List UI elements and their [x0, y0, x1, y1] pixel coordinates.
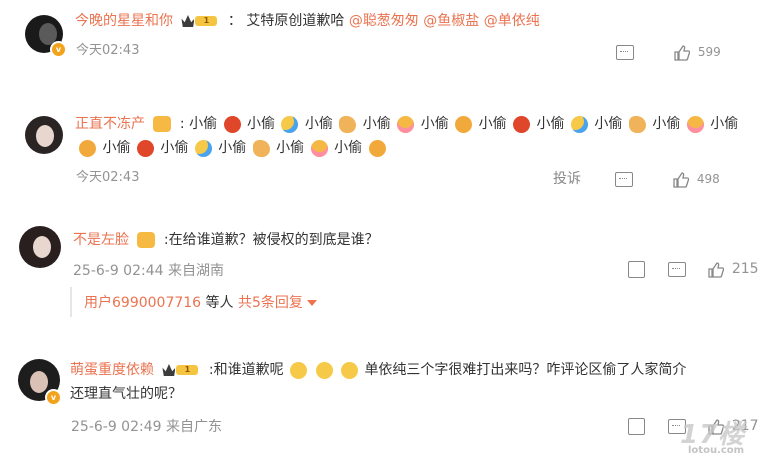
timestamp: 25-6-9 02:49 来自广东: [71, 416, 222, 436]
action-bar: 599: [616, 41, 766, 63]
fan-badge-icon: [153, 116, 172, 132]
emoji-icon: [290, 361, 308, 379]
comment-line: 不是左脸 :在给谁道歉？被侵权的到底是谁？: [73, 228, 379, 252]
emoji-icon: [194, 139, 212, 157]
comment-text: 小偷: [189, 116, 218, 132]
comment-text: 小偷: [652, 116, 681, 132]
separator: ：: [227, 13, 242, 29]
emoji-icon: [315, 361, 333, 379]
like-count: 498: [696, 172, 720, 186]
emoji-icon: [628, 115, 646, 133]
username[interactable]: 不是左脸: [73, 232, 129, 248]
avatar[interactable]: [25, 116, 63, 154]
emoji-icon: [686, 115, 704, 133]
username[interactable]: 今晚的星星和你: [75, 13, 173, 29]
thumb-up-icon: [674, 44, 690, 61]
reply-mid: 等人: [201, 295, 238, 311]
reply-count[interactable]: 共5条回复: [238, 295, 303, 311]
username[interactable]: 正直不冻产: [75, 116, 145, 132]
thumb-up-icon: [708, 261, 724, 278]
comment-text: 小偷: [536, 116, 565, 132]
comment-text: 小偷: [594, 116, 623, 132]
verified-badge-icon: v: [45, 389, 62, 406]
like-button[interactable]: 215: [708, 258, 759, 280]
comment-text: 艾特原创道歉哈: [246, 13, 345, 29]
reply-user[interactable]: 用户6990007716: [84, 295, 201, 311]
share-button[interactable]: [628, 258, 645, 280]
comment-text: 小偷: [276, 140, 305, 156]
share-icon: [628, 261, 645, 278]
comment-text: 单依纯三个字很难打出来吗？咋评论区偷了人家简介: [364, 362, 687, 378]
member-crown-icon: 1: [181, 13, 219, 29]
location: 来自湖南: [167, 263, 224, 279]
member-crown-icon: 1: [162, 362, 200, 378]
comment-text: 小偷: [304, 116, 333, 132]
site-watermark: 17楼 lotou.com: [680, 414, 770, 462]
like-count: 215: [731, 261, 759, 277]
emoji-icon: [570, 115, 588, 133]
emoji-icon: [136, 139, 154, 157]
comment-text: 小偷: [362, 116, 391, 132]
emoji-icon: [455, 115, 473, 133]
comment-text: :和谁道歉呢: [208, 362, 284, 378]
share-icon: [628, 418, 645, 435]
fan-badge-icon: [137, 232, 156, 248]
reply-button[interactable]: [668, 258, 686, 280]
like-count: 599: [697, 45, 721, 59]
like-button[interactable]: 599: [674, 41, 721, 63]
emoji-icon: [368, 139, 386, 157]
share-button[interactable]: [628, 415, 645, 437]
mention-link[interactable]: @鱼椒盐: [423, 13, 479, 29]
emoji-icon: [340, 361, 358, 379]
comment-line-2: 小偷 小偷 小偷 小偷 小偷: [77, 136, 388, 160]
comment-line-2: 还理直气壮的呢？: [70, 382, 182, 406]
emoji-icon: [281, 115, 299, 133]
comment-text: 小偷: [478, 116, 507, 132]
mention-link[interactable]: @聪葱匆匆: [349, 13, 419, 29]
emoji-icon: [223, 115, 241, 133]
emoji-icon: [310, 139, 328, 157]
emoji-icon: [339, 115, 357, 133]
report-button[interactable]: 投诉: [553, 168, 581, 190]
comment-icon: [668, 262, 686, 277]
time: 25-6-9 02:44: [73, 263, 164, 279]
emoji-icon: [79, 139, 96, 157]
timestamp: 今天02:43: [76, 170, 140, 185]
comment-text: 小偷: [334, 140, 363, 156]
comment-line: 正直不冻产 : 小偷 小偷 小偷 小偷 小偷 小偷 小偷 小偷 小偷 小偷: [75, 115, 739, 133]
thumb-up-icon: [673, 171, 689, 188]
comment-text: 小偷: [420, 116, 449, 132]
watermark-domain: lotou.com: [688, 445, 745, 456]
comment-text: 还理直气壮的呢？: [70, 386, 182, 402]
action-bar: 投诉 498: [553, 168, 768, 190]
comment-line: 今晚的星星和你 1 ： 艾特原创道歉哈 @聪葱匆匆 @鱼椒盐 @单依纯: [75, 9, 540, 33]
avatar[interactable]: [19, 226, 61, 268]
comment-text: 小偷: [102, 140, 131, 156]
like-button[interactable]: 498: [673, 168, 720, 190]
time: 25-6-9 02:49: [71, 419, 162, 435]
emoji-icon: [397, 115, 415, 133]
comment-text: 小偷: [218, 140, 247, 156]
reply-summary[interactable]: 用户6990007716 等人 共5条回复: [84, 292, 317, 312]
chevron-down-icon: [306, 300, 317, 306]
comment-icon: [615, 172, 633, 187]
comment-line: 萌蛋重度依赖 1 :和谁道歉呢 单依纯三个字很难打出来吗？咋评论区偷了人家简介: [70, 358, 686, 382]
comment-text: :在给谁道歉？被侵权的到底是谁？: [163, 232, 379, 248]
timestamp: 25-6-9 02:44 来自湖南: [73, 260, 224, 280]
comment-icon: [616, 45, 634, 60]
emoji-icon: [252, 139, 270, 157]
location: 来自广东: [165, 419, 222, 435]
emoji-icon: [513, 115, 531, 133]
comment-text: 小偷: [160, 140, 189, 156]
reply-divider: [70, 287, 72, 317]
reply-button[interactable]: [616, 41, 634, 63]
comment-text: 小偷: [246, 116, 275, 132]
verified-badge-icon: v: [50, 41, 67, 58]
mention-link[interactable]: @单依纯: [484, 13, 540, 29]
timestamp: 今天02:43: [76, 43, 140, 58]
action-bar: 215: [628, 258, 773, 280]
reply-button[interactable]: [615, 168, 633, 190]
comment-text: 小偷: [710, 116, 739, 132]
username[interactable]: 萌蛋重度依赖: [70, 362, 154, 378]
